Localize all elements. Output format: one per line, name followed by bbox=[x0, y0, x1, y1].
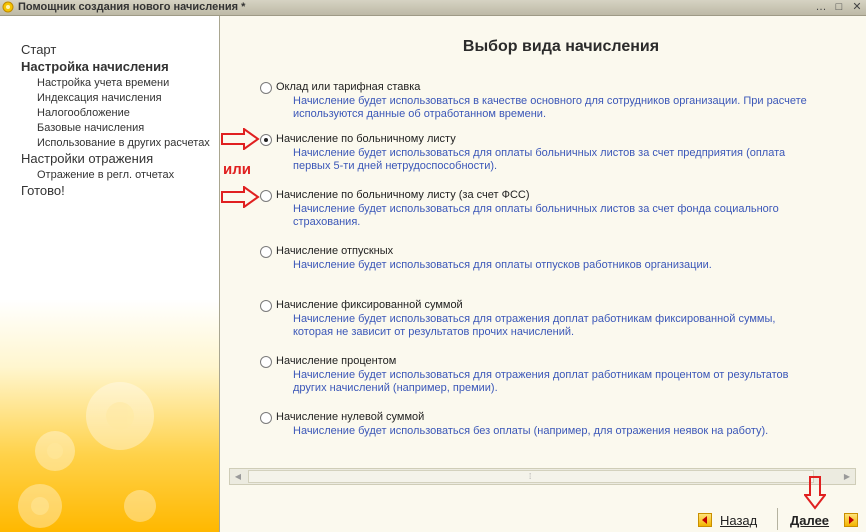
scroll-left-icon[interactable]: ◀ bbox=[231, 470, 245, 483]
app-icon bbox=[2, 1, 14, 13]
horizontal-scrollbar[interactable]: ◀ ⁞ ▶ bbox=[229, 468, 856, 485]
step-done[interactable]: Готово! bbox=[21, 183, 65, 198]
annotation-arrow-icon bbox=[221, 186, 260, 208]
radio-fixed-sum[interactable] bbox=[260, 300, 272, 312]
back-button[interactable]: Назад bbox=[720, 513, 757, 528]
more-button[interactable]: … bbox=[814, 1, 828, 13]
step-accrual-settings[interactable]: Настройка начисления bbox=[21, 59, 169, 74]
option-description: Начисление будет использоваться для отра… bbox=[293, 313, 776, 338]
scroll-thumb[interactable]: ⁞ bbox=[248, 470, 814, 483]
step-base-accruals[interactable]: Базовые начисления bbox=[37, 122, 144, 134]
option-label[interactable]: Начисление процентом bbox=[276, 355, 396, 367]
radio-sick-leave-fss[interactable] bbox=[260, 190, 272, 202]
radio-percent[interactable] bbox=[260, 356, 272, 368]
step-reflection-settings[interactable]: Настройки отражения bbox=[21, 151, 153, 166]
footer-divider bbox=[777, 508, 778, 530]
option-label[interactable]: Начисление по больничному листу (за счет… bbox=[276, 189, 530, 201]
step-regl-reports[interactable]: Отражение в регл. отчетах bbox=[37, 169, 174, 181]
step-usage-other[interactable]: Использование в других расчетах bbox=[37, 137, 210, 149]
step-indexation[interactable]: Индексация начисления bbox=[37, 92, 162, 104]
annotation-or-text: или bbox=[223, 161, 251, 178]
option-description: Начисление будет использоваться в качест… bbox=[293, 95, 807, 120]
option-label[interactable]: Начисление нулевой суммой bbox=[276, 411, 424, 423]
maximize-button[interactable]: □ bbox=[832, 1, 846, 13]
main-panel: Выбор вида начисления Оклад или тарифная… bbox=[220, 16, 866, 532]
option-description: Начисление будет использоваться для опла… bbox=[293, 147, 786, 172]
next-arrow-icon[interactable] bbox=[844, 513, 858, 527]
back-arrow-icon[interactable] bbox=[698, 513, 712, 527]
annotation-down-arrow-icon bbox=[804, 476, 826, 510]
option-label[interactable]: Оклад или тарифная ставка bbox=[276, 81, 420, 93]
radio-vacation[interactable] bbox=[260, 246, 272, 258]
window-titlebar: Помощник создания нового начисления * … … bbox=[0, 0, 866, 16]
radio-salary[interactable] bbox=[260, 82, 272, 94]
page-title: Выбор вида начисления bbox=[462, 38, 660, 55]
wizard-steps-sidebar: Старт Настройка начисления Настройка уче… bbox=[0, 16, 220, 532]
window-title: Помощник создания нового начисления * bbox=[18, 1, 246, 13]
option-description: Начисление будет использоваться для опла… bbox=[293, 259, 712, 271]
annotation-arrow-icon bbox=[221, 128, 260, 150]
step-time-accounting[interactable]: Настройка учета времени bbox=[37, 77, 169, 89]
next-button[interactable]: Далее bbox=[790, 513, 829, 528]
radio-zero-sum[interactable] bbox=[260, 412, 272, 424]
radio-sick-leave[interactable] bbox=[260, 134, 272, 146]
scroll-right-icon[interactable]: ▶ bbox=[840, 470, 854, 483]
option-label[interactable]: Начисление по больничному листу bbox=[276, 133, 456, 145]
option-label[interactable]: Начисление фиксированной суммой bbox=[276, 299, 463, 311]
close-button[interactable]: ✕ bbox=[850, 1, 864, 13]
option-description: Начисление будет использоваться для отра… bbox=[293, 369, 789, 394]
option-description: Начисление будет использоваться без опла… bbox=[293, 425, 769, 437]
option-description: Начисление будет использоваться для опла… bbox=[293, 203, 779, 228]
option-label[interactable]: Начисление отпускных bbox=[276, 245, 393, 257]
step-start[interactable]: Старт bbox=[21, 42, 56, 57]
grip-icon: ⁞ bbox=[529, 472, 532, 481]
gears-decoration-icon bbox=[18, 382, 156, 528]
step-taxation[interactable]: Налогообложение bbox=[37, 107, 130, 119]
